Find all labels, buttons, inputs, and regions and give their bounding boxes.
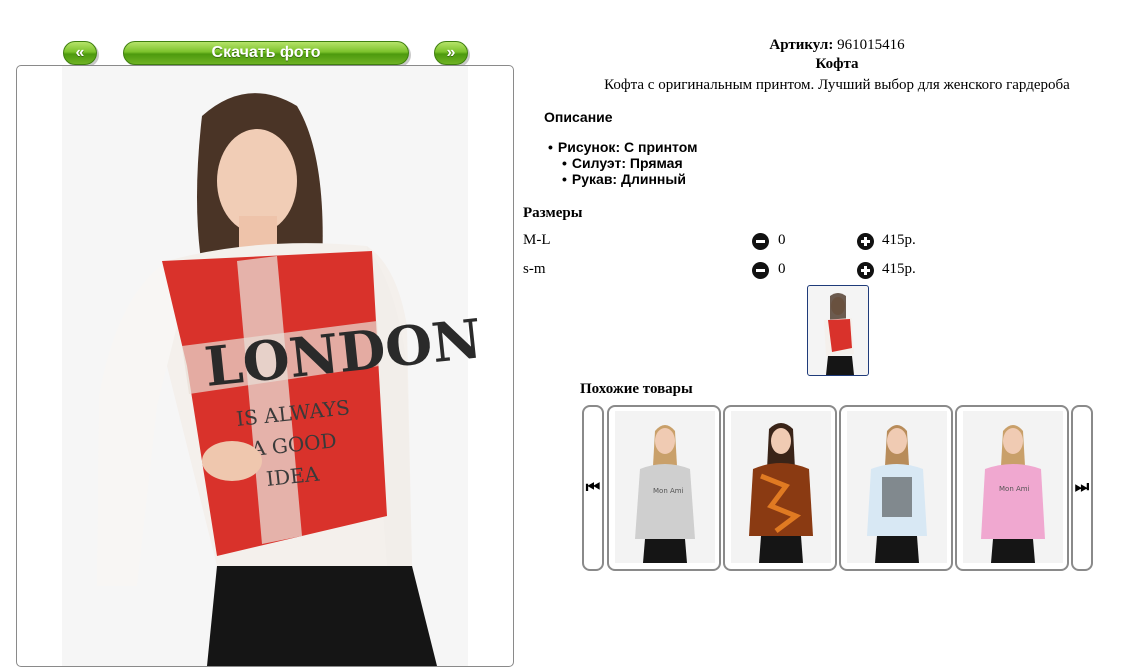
size-price: 415р.	[882, 261, 916, 277]
item-shirt	[981, 464, 1045, 539]
product-photo[interactable]: LONDON IS ALWAYS A GOOD IDEA	[17, 66, 513, 666]
similar-item[interactable]	[839, 405, 953, 571]
attribute-sleeve: Рукав: Длинный	[562, 171, 697, 187]
prev-photo-button[interactable]: «	[63, 41, 97, 65]
minus-icon[interactable]	[752, 233, 769, 250]
photo-thumbnail[interactable]	[807, 285, 869, 376]
size-row: M-L 0 415р.	[523, 232, 943, 252]
similar-item-photo: Mon Ami	[963, 411, 1063, 563]
plus-icon[interactable]	[857, 233, 874, 250]
sku-label: Артикул:	[769, 37, 834, 53]
plus-icon[interactable]	[857, 262, 874, 279]
similar-item[interactable]: Mon Ami	[607, 405, 721, 571]
download-photo-button[interactable]: Скачать фото	[123, 41, 409, 65]
size-price: 415р.	[882, 232, 916, 248]
similar-next-button[interactable]: ⏭	[1071, 405, 1093, 571]
sku-value: 961015416	[837, 37, 905, 53]
item-print: Mon Ami	[653, 487, 684, 495]
product-tagline: Кофта с оригинальным принтом. Лучший выб…	[604, 77, 1070, 93]
similar-prev-button[interactable]: ⏮	[582, 405, 604, 571]
size-row: s-m 0 415р.	[523, 261, 943, 281]
skip-forward-icon: ⏭	[1074, 477, 1090, 496]
item-shirt	[635, 464, 695, 539]
size-name: s-m	[523, 261, 546, 277]
product-name: Кофта	[815, 56, 859, 72]
similar-title: Похожие товары	[580, 381, 693, 397]
minus-icon[interactable]	[752, 262, 769, 279]
attribute-pattern: Рисунок: С принтом	[548, 139, 698, 155]
attribute-silhouette: Силуэт: Прямая	[562, 155, 697, 171]
similar-item-photo	[847, 411, 947, 563]
similar-item[interactable]	[723, 405, 837, 571]
size-qty: 0	[778, 232, 786, 248]
size-qty: 0	[778, 261, 786, 277]
attribute-list: Рисунок: С принтом Силуэт: Прямая Рукав:…	[548, 139, 698, 187]
sku-line: Артикул: 961015416	[520, 37, 1126, 54]
similar-item-photo	[731, 411, 831, 563]
next-photo-button[interactable]: »	[434, 41, 468, 65]
size-name: M-L	[523, 232, 551, 248]
similar-item[interactable]: Mon Ami	[955, 405, 1069, 571]
item-print: Mon Ami	[999, 485, 1030, 493]
sizes-title: Размеры	[523, 205, 583, 221]
description-title: Описание	[544, 109, 613, 125]
skip-back-icon: ⏮	[585, 477, 601, 496]
similar-item-photo: Mon Ami	[615, 411, 715, 563]
product-photo-frame: LONDON IS ALWAYS A GOOD IDEA	[16, 65, 514, 667]
